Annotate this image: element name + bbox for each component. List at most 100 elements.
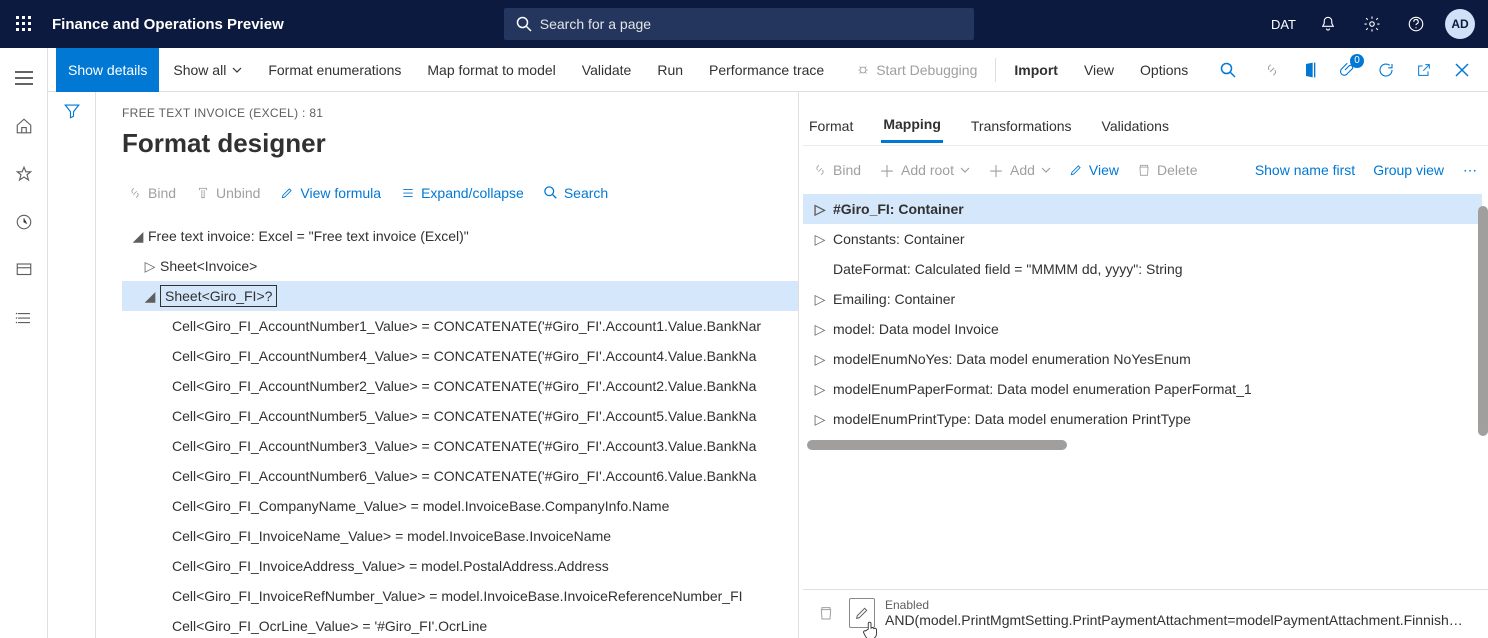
settings-icon[interactable]	[1352, 0, 1392, 48]
add-root-button[interactable]: ＋Add root	[873, 154, 976, 186]
link-icon[interactable]	[1254, 52, 1290, 88]
options-button[interactable]: Options	[1128, 48, 1200, 92]
tree-cell[interactable]: Cell<Giro_FI_AccountNumber6_Value> = CON…	[122, 461, 798, 491]
tree-root-label: Free text invoice: Excel = "Free text in…	[148, 228, 469, 244]
mapping-row[interactable]: ▷modelEnumNoYes: Data model enumeration …	[803, 344, 1482, 374]
popout-icon[interactable]	[1406, 52, 1442, 88]
mapping-row[interactable]: ▷Emailing: Container	[803, 284, 1482, 314]
user-avatar[interactable]: AD	[1440, 0, 1480, 48]
tree-cell[interactable]: Cell<Giro_FI_InvoiceAddress_Value> = mod…	[122, 551, 798, 581]
caret-right-icon[interactable]: ▷	[811, 351, 829, 368]
mapping-row[interactable]: ▷#Giro_FI: Container	[803, 194, 1482, 224]
view-formula-button[interactable]: View formula	[274, 181, 387, 205]
caret-right-icon[interactable]: ▷	[140, 258, 160, 275]
nav-home-icon[interactable]	[4, 106, 44, 146]
performance-trace-button[interactable]: Performance trace	[697, 48, 836, 92]
help-icon[interactable]	[1396, 0, 1436, 48]
designer-search-button[interactable]: Search	[538, 181, 614, 205]
office-icon[interactable]	[1292, 52, 1328, 88]
tree-cell[interactable]: Cell<Giro_FI_OcrLine_Value> = '#Giro_FI'…	[122, 611, 798, 638]
nav-recent-icon[interactable]	[4, 202, 44, 242]
tree-cell[interactable]: Cell<Giro_FI_InvoiceName_Value> = model.…	[122, 521, 798, 551]
company-label[interactable]: DAT	[1271, 17, 1296, 32]
more-icon[interactable]: ⋯	[1456, 162, 1484, 179]
notifications-icon[interactable]	[1308, 0, 1348, 48]
expand-icon	[401, 186, 415, 200]
vertical-scrollbar[interactable]	[1478, 206, 1488, 436]
mapping-row[interactable]: ▷model: Data model Invoice	[803, 314, 1482, 344]
expand-collapse-button[interactable]: Expand/collapse	[395, 181, 530, 205]
top-header: Finance and Operations Preview Search fo…	[0, 0, 1488, 48]
edit-formula-icon[interactable]	[849, 598, 875, 628]
app-launcher-icon[interactable]	[8, 8, 40, 40]
tree-cell-label: Cell<Giro_FI_AccountNumber5_Value> = CON…	[172, 408, 756, 424]
show-name-first-button[interactable]: Show name first	[1249, 158, 1361, 182]
add-label: Add	[1010, 162, 1035, 178]
enabled-label: Enabled	[885, 598, 1478, 612]
group-view-button[interactable]: Group view	[1367, 158, 1450, 182]
mapping-row[interactable]: DateFormat: Calculated field = "MMMM dd,…	[803, 254, 1482, 284]
tab-mapping[interactable]: Mapping	[881, 108, 943, 143]
tree-cell-label: Cell<Giro_FI_AccountNumber6_Value> = CON…	[172, 468, 756, 484]
tree-root[interactable]: ◢Free text invoice: Excel = "Free text i…	[122, 221, 798, 251]
mapping-label: modelEnumPaperFormat: Data model enumera…	[833, 381, 1252, 397]
tab-validations[interactable]: Validations	[1100, 110, 1171, 142]
attachments-icon[interactable]: 0	[1330, 52, 1366, 88]
add-button[interactable]: ＋Add	[982, 154, 1057, 186]
mapping-label: model: Data model Invoice	[833, 321, 999, 337]
tree-cell-label: Cell<Giro_FI_AccountNumber3_Value> = CON…	[172, 438, 756, 454]
caret-right-icon[interactable]: ▷	[811, 411, 829, 428]
validate-button[interactable]: Validate	[570, 48, 644, 92]
right-pane: Format Mapping Transformations Validatio…	[798, 92, 1488, 638]
filter-rail	[48, 92, 96, 638]
show-all-button[interactable]: Show all	[161, 48, 254, 92]
run-button[interactable]: Run	[645, 48, 695, 92]
tab-format[interactable]: Format	[807, 110, 855, 142]
tree-cell[interactable]: Cell<Giro_FI_AccountNumber4_Value> = CON…	[122, 341, 798, 371]
mapping-row[interactable]: ▷modelEnumPrintType: Data model enumerat…	[803, 404, 1482, 434]
caret-down-icon[interactable]: ◢	[128, 228, 148, 245]
tree-cell-label: Cell<Giro_FI_InvoiceRefNumber_Value> = m…	[172, 588, 743, 604]
tree-sheet-giro[interactable]: ◢Sheet<Giro_FI>?	[122, 281, 798, 311]
horizontal-scrollbar[interactable]	[807, 440, 1067, 450]
command-search-icon[interactable]	[1202, 48, 1248, 92]
tree-cell[interactable]: Cell<Giro_FI_AccountNumber3_Value> = CON…	[122, 431, 798, 461]
caret-right-icon[interactable]: ▷	[811, 231, 829, 248]
tree-sheet-invoice[interactable]: ▷Sheet<Invoice>	[122, 251, 798, 281]
mapping-row[interactable]: ▷Constants: Container	[803, 224, 1482, 254]
close-icon[interactable]	[1444, 52, 1480, 88]
view-button[interactable]: View	[1072, 48, 1126, 92]
tree-cell[interactable]: Cell<Giro_FI_InvoiceRefNumber_Value> = m…	[122, 581, 798, 611]
show-details-button[interactable]: Show details	[56, 48, 159, 92]
nav-favorites-icon[interactable]	[4, 154, 44, 194]
mapping-toolbar: Bind ＋Add root ＋Add View Delete Show nam…	[803, 146, 1488, 194]
caret-right-icon[interactable]: ▷	[811, 291, 829, 308]
mapping-view-button[interactable]: View	[1063, 158, 1125, 182]
tab-transformations[interactable]: Transformations	[969, 110, 1074, 142]
mapping-row[interactable]: ▷modelEnumPaperFormat: Data model enumer…	[803, 374, 1482, 404]
search-icon	[544, 186, 558, 200]
format-enumerations-button[interactable]: Format enumerations	[256, 48, 413, 92]
map-format-button[interactable]: Map format to model	[415, 48, 567, 92]
tree-cell[interactable]: Cell<Giro_FI_AccountNumber1_Value> = CON…	[122, 311, 798, 341]
import-button[interactable]: Import	[1002, 48, 1070, 92]
tree-cell[interactable]: Cell<Giro_FI_AccountNumber2_Value> = CON…	[122, 371, 798, 401]
delete-label: Delete	[1157, 162, 1197, 178]
tree-cell[interactable]: Cell<Giro_FI_CompanyName_Value> = model.…	[122, 491, 798, 521]
refresh-icon[interactable]	[1368, 52, 1404, 88]
caret-down-icon[interactable]: ◢	[140, 288, 160, 305]
filter-icon[interactable]	[63, 102, 81, 638]
nav-workspaces-icon[interactable]	[4, 250, 44, 290]
global-search[interactable]: Search for a page	[504, 8, 974, 40]
caret-right-icon[interactable]: ▷	[811, 321, 829, 338]
nav-hamburger-icon[interactable]	[4, 58, 44, 98]
tree-cell-label: Cell<Giro_FI_OcrLine_Value> = '#Giro_FI'…	[172, 618, 487, 634]
expand-label: Expand/collapse	[421, 185, 524, 201]
bind-button: Bind	[122, 181, 182, 205]
tree-cell[interactable]: Cell<Giro_FI_AccountNumber5_Value> = CON…	[122, 401, 798, 431]
caret-right-icon[interactable]: ▷	[811, 201, 829, 218]
caret-right-icon[interactable]: ▷	[811, 381, 829, 398]
format-tree: ◢Free text invoice: Excel = "Free text i…	[122, 221, 798, 638]
nav-modules-icon[interactable]	[4, 298, 44, 338]
delete-formula-icon[interactable]	[813, 598, 839, 628]
